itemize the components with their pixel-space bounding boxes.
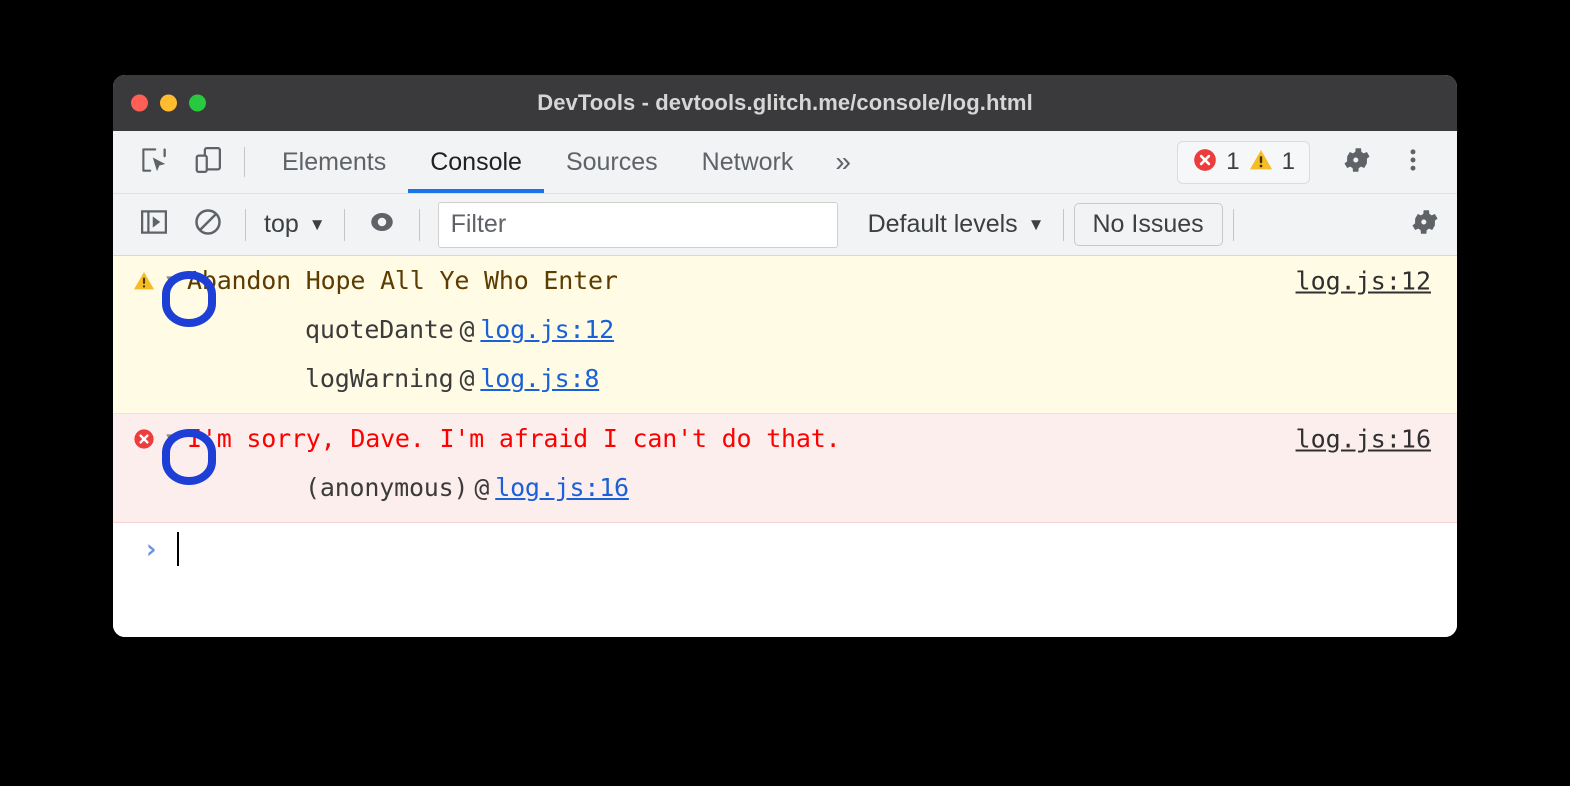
error-source-link[interactable]: log.js:16 bbox=[1296, 424, 1431, 453]
execution-context-label: top bbox=[264, 210, 299, 239]
stack-frame-at: @ bbox=[460, 364, 475, 393]
message-header-row[interactable]: ▼ I'm sorry, Dave. I'm afraid I can't do… bbox=[113, 414, 1457, 463]
stack-frame-function: (anonymous) bbox=[305, 473, 468, 502]
issues-status-button[interactable]: No Issues bbox=[1074, 203, 1223, 246]
panel-tab-bar: Elements Console Sources Network » 1 bbox=[113, 131, 1457, 194]
chevron-down-icon: ▼ bbox=[1028, 216, 1045, 233]
stack-frame-link[interactable]: log.js:8 bbox=[480, 364, 599, 393]
traffic-lights bbox=[131, 95, 206, 112]
stack-frame-link[interactable]: log.js:16 bbox=[495, 473, 629, 502]
stack-frame-row: (anonymous) @ log.js:16 bbox=[113, 463, 1457, 512]
error-circle-x-icon bbox=[131, 427, 157, 451]
warning-triangle-icon bbox=[131, 269, 157, 293]
panel-tabs: Elements Console Sources Network bbox=[260, 131, 815, 193]
console-sidebar-icon bbox=[139, 207, 169, 242]
maximize-window-button[interactable] bbox=[189, 95, 206, 112]
error-count: 1 bbox=[1226, 148, 1239, 176]
clear-console-button[interactable] bbox=[181, 194, 235, 256]
error-expand-triangle[interactable]: ▼ bbox=[157, 428, 187, 450]
live-expression-button[interactable] bbox=[355, 194, 409, 256]
stack-frame-function: quoteDante bbox=[305, 315, 454, 344]
gear-icon bbox=[1409, 206, 1441, 243]
devtools-settings-button[interactable] bbox=[1329, 144, 1385, 181]
stack-frame-at: @ bbox=[474, 473, 489, 502]
devtools-main-menu-button[interactable] bbox=[1385, 146, 1441, 179]
issues-counter[interactable]: 1 1 bbox=[1177, 141, 1310, 184]
error-message-text: I'm sorry, Dave. I'm afraid I can't do t… bbox=[187, 424, 840, 453]
gear-icon bbox=[1341, 144, 1373, 181]
stack-frame-link[interactable]: log.js:12 bbox=[480, 315, 614, 344]
console-prompt-row[interactable]: › bbox=[113, 523, 1457, 575]
warning-count: 1 bbox=[1282, 148, 1295, 176]
tabbar-right-cluster: 1 1 bbox=[1177, 131, 1457, 193]
console-sidebar-toggle-button[interactable] bbox=[127, 194, 181, 256]
tab-sources[interactable]: Sources bbox=[544, 131, 680, 193]
toolbar-divider-4 bbox=[1063, 209, 1064, 241]
stack-frame-at: @ bbox=[460, 315, 475, 344]
clear-console-icon bbox=[193, 207, 223, 242]
warning-source-link[interactable]: log.js:12 bbox=[1296, 266, 1431, 295]
warning-triangle-icon bbox=[1248, 147, 1274, 178]
toolbar-divider-2 bbox=[344, 209, 345, 241]
log-levels-label: Default levels bbox=[868, 210, 1018, 239]
toolbar-divider-3 bbox=[419, 209, 420, 241]
console-message-list: ▼ Abandon Hope All Ye Who Enter log.js:1… bbox=[113, 256, 1457, 637]
device-toolbar-button[interactable] bbox=[181, 131, 235, 193]
error-circle-x-icon bbox=[1192, 147, 1218, 178]
more-tabs-chevron-icon[interactable]: » bbox=[815, 131, 871, 193]
message-header-row[interactable]: ▼ Abandon Hope All Ye Who Enter log.js:1… bbox=[113, 256, 1457, 305]
stack-frame-row: quoteDante @ log.js:12 bbox=[113, 305, 1457, 354]
tab-console[interactable]: Console bbox=[408, 131, 544, 193]
inspect-element-button[interactable] bbox=[127, 131, 181, 193]
three-dots-icon bbox=[1399, 146, 1427, 179]
console-toolbar: top ▼ Default levels ▼ No Issues bbox=[113, 194, 1457, 256]
console-message-warning: ▼ Abandon Hope All Ye Who Enter log.js:1… bbox=[113, 256, 1457, 414]
toolbar-divider-1 bbox=[245, 209, 246, 241]
stack-frame-row: logWarning @ log.js:8 bbox=[113, 354, 1457, 403]
toolbar-divider-5 bbox=[1233, 209, 1234, 241]
chevron-down-icon: ▼ bbox=[309, 216, 326, 233]
minimize-window-button[interactable] bbox=[160, 95, 177, 112]
tab-elements[interactable]: Elements bbox=[260, 131, 408, 193]
live-expression-eye-icon bbox=[367, 207, 397, 242]
console-message-error: ▼ I'm sorry, Dave. I'm afraid I can't do… bbox=[113, 414, 1457, 523]
warning-expand-triangle[interactable]: ▼ bbox=[157, 270, 187, 292]
execution-context-selector[interactable]: top ▼ bbox=[256, 210, 334, 239]
inspect-cursor-icon bbox=[139, 145, 169, 180]
title-bar: DevTools - devtools.glitch.me/console/lo… bbox=[113, 75, 1457, 131]
prompt-chevron-icon: › bbox=[131, 534, 171, 565]
window-title: DevTools - devtools.glitch.me/console/lo… bbox=[537, 90, 1033, 116]
filter-input[interactable] bbox=[438, 202, 838, 248]
devtools-window: DevTools - devtools.glitch.me/console/lo… bbox=[113, 75, 1457, 637]
stack-frame-function: logWarning bbox=[305, 364, 454, 393]
tab-network[interactable]: Network bbox=[680, 131, 816, 193]
console-settings-button[interactable] bbox=[1409, 206, 1441, 243]
log-levels-selector[interactable]: Default levels ▼ bbox=[860, 210, 1053, 239]
tabbar-divider bbox=[244, 147, 245, 177]
prompt-text-caret bbox=[177, 532, 179, 566]
close-window-button[interactable] bbox=[131, 95, 148, 112]
device-toolbar-icon bbox=[193, 145, 223, 180]
warning-message-text: Abandon Hope All Ye Who Enter bbox=[187, 266, 618, 295]
